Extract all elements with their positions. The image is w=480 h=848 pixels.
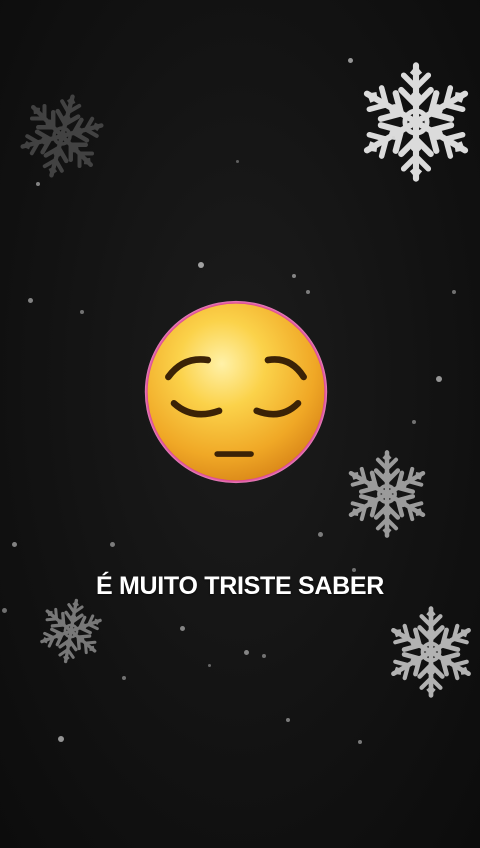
snow-dot <box>58 736 64 742</box>
snow-dot <box>180 626 185 631</box>
snow-dot <box>348 58 353 63</box>
snow-dot <box>452 290 456 294</box>
pensive-face-icon <box>142 298 330 486</box>
snow-dot <box>198 262 204 268</box>
snow-dot <box>12 542 17 547</box>
snow-dot <box>28 298 33 303</box>
snow-dot <box>436 376 442 382</box>
snow-dot <box>36 182 40 186</box>
snow-dot <box>292 274 296 278</box>
snow-dot <box>208 664 211 667</box>
snow-dot <box>110 542 115 547</box>
snow-dot <box>412 420 416 424</box>
snow-dot <box>2 608 7 613</box>
snow-dot <box>286 718 290 722</box>
snow-dot <box>80 310 84 314</box>
snow-dot <box>306 290 310 294</box>
snow-dot <box>262 654 266 658</box>
snowflake-icon <box>382 596 480 708</box>
snowflake-icon <box>16 88 108 184</box>
snow-dot <box>318 532 323 537</box>
snowflake-icon <box>32 596 110 666</box>
video-frame: É MUITO TRISTE SABER <box>0 0 480 848</box>
snow-dot <box>244 650 249 655</box>
snowflake-icon <box>340 444 434 544</box>
snow-dot <box>358 740 362 744</box>
snow-dot <box>392 136 395 139</box>
snow-dot <box>236 160 239 163</box>
caption-text: É MUITO TRISTE SABER <box>95 572 384 600</box>
snowflake-icon <box>352 48 480 196</box>
snow-dot <box>122 676 126 680</box>
